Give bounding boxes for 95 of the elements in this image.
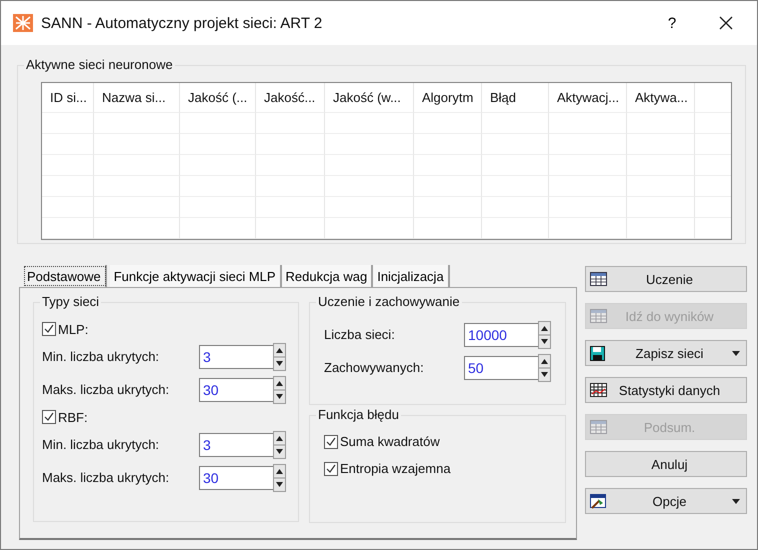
window-title: SANN - Automatyczny projekt sieci: ART 2 (41, 14, 322, 32)
column-header[interactable]: Jakość (... (180, 83, 256, 113)
table-cell (627, 134, 695, 155)
side-button[interactable]: Zapisz sieci (585, 340, 747, 366)
table-cell (42, 218, 94, 239)
checkbox-label: Suma kwadratów (340, 434, 440, 449)
table-cell (256, 197, 325, 218)
side-button[interactable]: Anuluj (585, 451, 747, 477)
checkbox-box[interactable] (42, 410, 56, 424)
field-label: Min. liczba ukrytych: (42, 437, 160, 452)
checkbox-label: RBF: (58, 410, 88, 424)
tab[interactable]: Redukcja wag (282, 265, 374, 287)
field-label: Min. liczba ukrytych: (42, 349, 160, 364)
number-field[interactable]: 3 (199, 344, 273, 368)
table-cell (482, 113, 549, 134)
table-cell (256, 176, 325, 197)
checkbox-box[interactable] (324, 462, 338, 476)
table-cell (414, 176, 482, 197)
table-cell (42, 113, 94, 134)
table-cell (414, 218, 482, 239)
table-cell (627, 218, 695, 239)
column-header[interactable]: Błąd (482, 83, 549, 113)
group-title: Funkcja błędu (316, 407, 401, 422)
table-cell (482, 134, 549, 155)
tab[interactable]: Funkcje aktywacji sieci MLP (110, 265, 282, 287)
group-title: Typy sieci (40, 294, 102, 309)
table-cell (414, 155, 482, 176)
field-label: Maks. liczba ukrytych: (42, 382, 170, 397)
spinner-arrows-icon[interactable] (273, 342, 286, 370)
column-header[interactable]: Jakość... (256, 83, 325, 113)
checkbox[interactable]: MLP: (42, 318, 298, 340)
table-cell (42, 155, 94, 176)
table-cell (42, 134, 94, 155)
column-header[interactable]: Algorytm (414, 83, 482, 113)
field-label: Zachowywanych: (324, 360, 425, 375)
table-icon (590, 420, 607, 434)
spinner-arrows-icon[interactable] (273, 464, 286, 492)
number-field[interactable]: 50 (464, 356, 538, 380)
table-cell (627, 113, 695, 134)
column-header[interactable]: Nazwa si... (94, 83, 180, 113)
checkbox[interactable]: Suma kwadratów (324, 434, 565, 449)
app-logo-icon (13, 14, 33, 32)
table-cell (256, 155, 325, 176)
check-icon (325, 436, 337, 448)
number-field[interactable]: 3 (199, 432, 273, 456)
spinner-arrows-icon[interactable] (273, 430, 286, 458)
spinner-arrows-icon[interactable] (273, 376, 286, 404)
number-field[interactable]: 30 (199, 466, 273, 490)
table-cell (482, 155, 549, 176)
side-button[interactable]: Opcje (585, 488, 747, 514)
number-field[interactable]: 30 (199, 378, 273, 402)
group-title: Uczenie i zachowywanie (316, 294, 462, 309)
table-icon (590, 308, 607, 324)
tab[interactable]: Podstawowe (23, 265, 107, 287)
checkbox[interactable]: RBF: (42, 406, 298, 428)
chart-grid-icon (590, 382, 607, 398)
table-cell (414, 134, 482, 155)
table-icon (590, 272, 607, 286)
group-title: Aktywne sieci neuronowe (24, 57, 175, 72)
checkbox-label: MLP: (58, 322, 88, 336)
column-header[interactable]: Jakość (w... (325, 83, 414, 113)
table-cell (256, 218, 325, 239)
table-cell (482, 218, 549, 239)
close-icon (719, 16, 733, 30)
check-icon (325, 462, 337, 474)
table-cell (42, 176, 94, 197)
table-cell (256, 134, 325, 155)
number-field[interactable]: 10000 (464, 322, 538, 346)
table-cell (414, 113, 482, 134)
hammer-icon (590, 494, 607, 508)
checkbox-box[interactable] (42, 322, 56, 336)
table-cell (482, 197, 549, 218)
table-cell (627, 176, 695, 197)
table-cell (414, 197, 482, 218)
column-header[interactable]: Aktywa... (627, 83, 695, 113)
table-cell (42, 197, 94, 218)
table-cell (627, 155, 695, 176)
check-icon (43, 323, 55, 335)
spinner-arrows-icon[interactable] (538, 320, 551, 348)
table-cell (482, 176, 549, 197)
help-button[interactable]: ? (649, 8, 695, 38)
tab[interactable]: Inicjalizacja (373, 265, 450, 287)
side-button[interactable]: Uczenie (585, 266, 747, 292)
check-icon (43, 411, 55, 423)
field-label: Maks. liczba ukrytych: (42, 470, 170, 485)
table-cell (256, 113, 325, 134)
column-header[interactable]: Aktywacj... (549, 83, 627, 113)
column-header[interactable]: ID si... (42, 83, 94, 113)
checkbox-label: Entropia wzajemna (340, 461, 451, 476)
checkbox-box[interactable] (324, 434, 338, 448)
field-label: Liczba sieci: (324, 327, 396, 342)
table-cell (627, 197, 695, 218)
side-button[interactable]: Statystyki danych (585, 377, 747, 403)
spinner-arrows-icon[interactable] (538, 354, 551, 382)
checkbox[interactable]: Entropia wzajemna (324, 461, 565, 476)
